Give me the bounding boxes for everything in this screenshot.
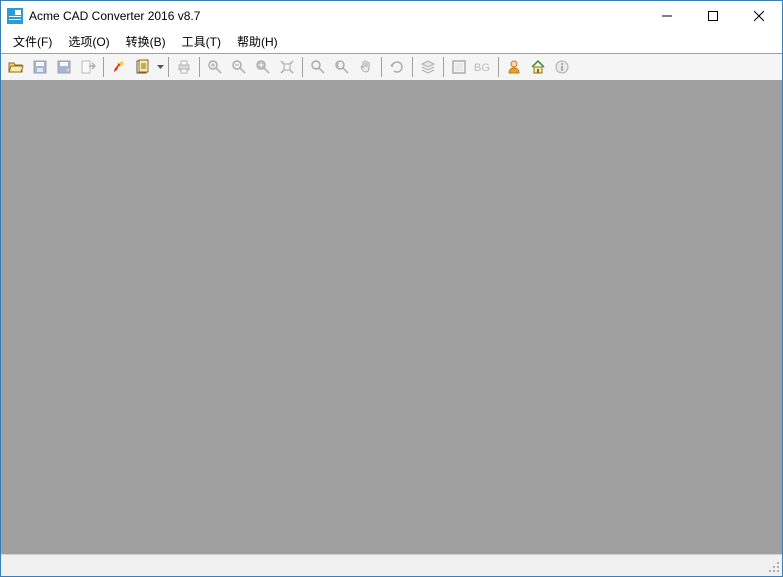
batch-convert-button[interactable] [108,56,130,78]
pan-button[interactable] [355,56,377,78]
zoom-previous-button[interactable] [331,56,353,78]
window-title: Acme CAD Converter 2016 v8.7 [29,8,644,25]
close-button[interactable] [736,1,782,31]
fullscreen-button[interactable] [448,56,470,78]
separator [103,57,104,77]
save-as-button[interactable] [53,56,75,78]
menu-bar: 文件(F) 选项(O) 转换(B) 工具(T) 帮助(H) [1,31,782,53]
separator [443,57,444,77]
maximize-button[interactable] [690,1,736,31]
workspace [1,81,782,554]
separator [199,57,200,77]
export-button[interactable] [77,56,99,78]
background-button[interactable]: BG [472,56,494,78]
batch-pdf-button[interactable] [132,56,154,78]
zoom-extents-button[interactable] [276,56,298,78]
separator [302,57,303,77]
batch-dropdown[interactable] [155,56,165,78]
separator [381,57,382,77]
app-icon [7,8,23,24]
rotate-button[interactable] [386,56,408,78]
toolbar: BG [1,53,782,81]
zoom-in-button[interactable] [204,56,226,78]
separator [498,57,499,77]
zoom-out-button[interactable] [228,56,250,78]
bg-label: BG [474,62,490,74]
homepage-button[interactable] [527,56,549,78]
menu-options[interactable]: 选项(O) [60,32,117,53]
open-button[interactable] [5,56,27,78]
print-button[interactable] [173,56,195,78]
title-bar: Acme CAD Converter 2016 v8.7 [1,1,782,31]
menu-tools[interactable]: 工具(T) [174,32,229,53]
register-button[interactable] [503,56,525,78]
window-controls [644,1,782,31]
menu-file[interactable]: 文件(F) [5,32,60,53]
save-button[interactable] [29,56,51,78]
menu-convert[interactable]: 转换(B) [118,32,174,53]
zoom-window-button[interactable] [252,56,274,78]
resize-grip-icon[interactable] [766,559,780,573]
layers-button[interactable] [417,56,439,78]
menu-help[interactable]: 帮助(H) [229,32,286,53]
separator [168,57,169,77]
minimize-button[interactable] [644,1,690,31]
status-bar [1,554,782,576]
about-button[interactable] [551,56,573,78]
zoom-realtime-button[interactable] [307,56,329,78]
separator [412,57,413,77]
